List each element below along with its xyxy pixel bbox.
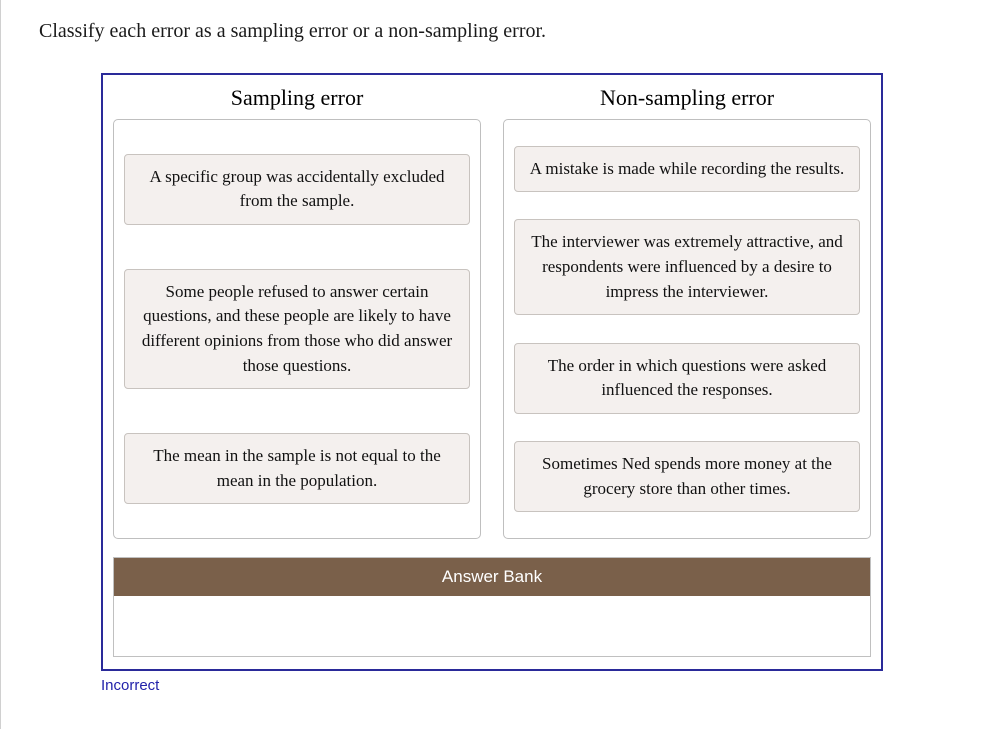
question-prompt: Classify each error as a sampling error … <box>31 20 953 43</box>
non-sampling-error-card[interactable]: The interviewer was extremely attractive… <box>514 219 860 315</box>
non-sampling-error-dropzone[interactable]: A mistake is made while recording the re… <box>503 119 871 539</box>
answer-bank: Answer Bank <box>113 557 871 657</box>
sampling-error-card[interactable]: The mean in the sample is not equal to t… <box>124 433 470 504</box>
non-sampling-error-column: Non-sampling error A mistake is made whi… <box>503 85 871 539</box>
sampling-error-heading: Sampling error <box>113 85 481 111</box>
sampling-error-card[interactable]: Some people refused to answer certain qu… <box>124 269 470 390</box>
non-sampling-error-card[interactable]: A mistake is made while recording the re… <box>514 146 860 193</box>
sampling-error-card[interactable]: A specific group was accidentally exclud… <box>124 154 470 225</box>
classification-columns: Sampling error A specific group was acci… <box>113 85 871 539</box>
sampling-error-dropzone[interactable]: A specific group was accidentally exclud… <box>113 119 481 539</box>
answer-bank-header: Answer Bank <box>114 558 870 596</box>
answer-bank-dropzone[interactable] <box>114 596 870 656</box>
classification-workspace: Sampling error A specific group was acci… <box>101 73 883 671</box>
sampling-error-column: Sampling error A specific group was acci… <box>113 85 481 539</box>
non-sampling-error-card[interactable]: The order in which questions were asked … <box>514 343 860 414</box>
non-sampling-error-card[interactable]: Sometimes Ned spends more money at the g… <box>514 441 860 512</box>
non-sampling-error-heading: Non-sampling error <box>503 85 871 111</box>
feedback-label: Incorrect <box>101 677 953 694</box>
